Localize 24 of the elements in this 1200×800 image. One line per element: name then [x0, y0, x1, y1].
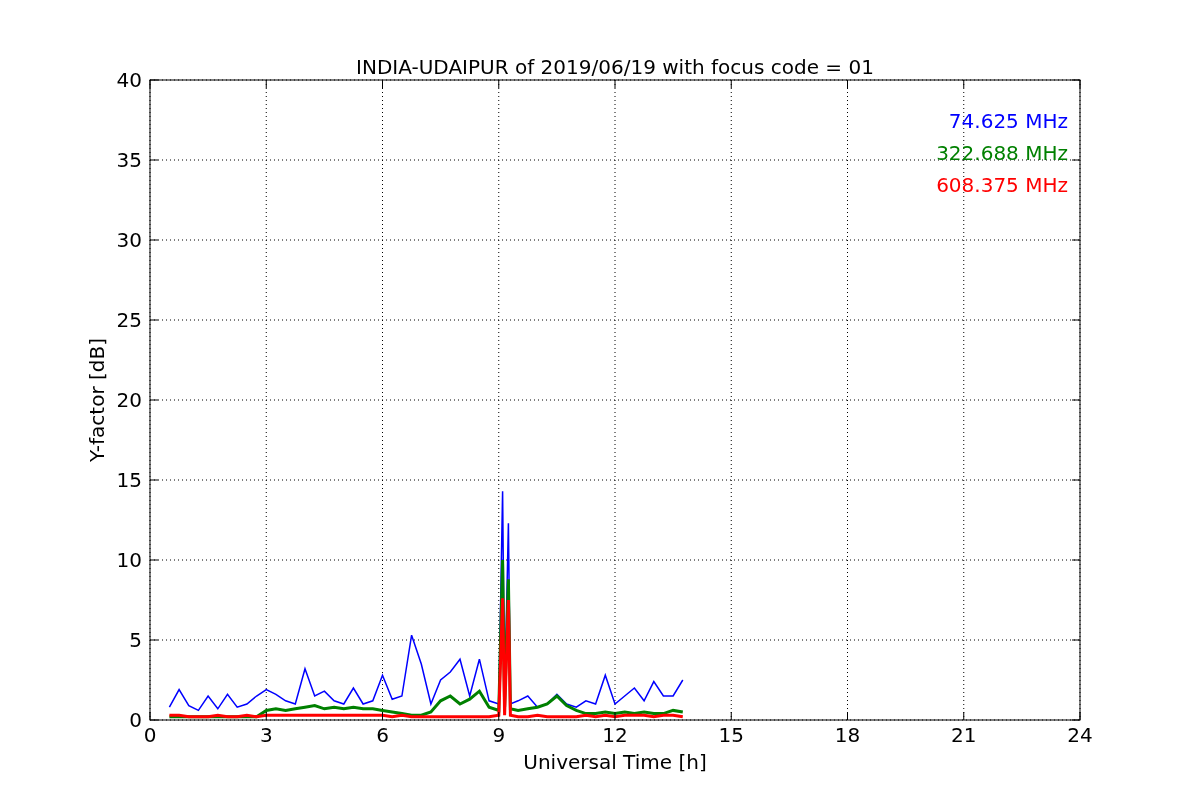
tick-label: 18 — [834, 723, 861, 747]
axis-label: Universal Time [h] — [523, 750, 707, 774]
tick-label: 15 — [718, 723, 744, 747]
legend-label: 608.375 MHz — [936, 173, 1068, 197]
tick-label: 30 — [116, 228, 142, 252]
legend-label: 322.688 MHz — [936, 141, 1068, 165]
tick-label: 9 — [492, 723, 506, 747]
tick-label: 10 — [116, 548, 142, 572]
tick-label: 3 — [259, 723, 273, 747]
tick-label: 35 — [116, 148, 142, 172]
tick-label: 21 — [951, 723, 977, 747]
tick-label: 5 — [129, 628, 142, 652]
legend-label: 74.625 MHz — [948, 109, 1068, 133]
tick-label: 40 — [116, 68, 142, 92]
tick-label: 6 — [376, 723, 389, 747]
tick-label: 15 — [116, 468, 142, 492]
tick-label: 25 — [116, 308, 142, 332]
tick-label: 20 — [116, 388, 142, 412]
axis-label: Y-factor [dB] — [85, 338, 109, 462]
tick-label: 0 — [143, 723, 157, 747]
tick-label: 0 — [129, 708, 142, 732]
tick-label: 24 — [1067, 723, 1093, 747]
tick-label: 12 — [602, 723, 628, 747]
chart-title: INDIA-UDAIPUR of 2019/06/19 with focus code = 01 — [356, 55, 874, 79]
